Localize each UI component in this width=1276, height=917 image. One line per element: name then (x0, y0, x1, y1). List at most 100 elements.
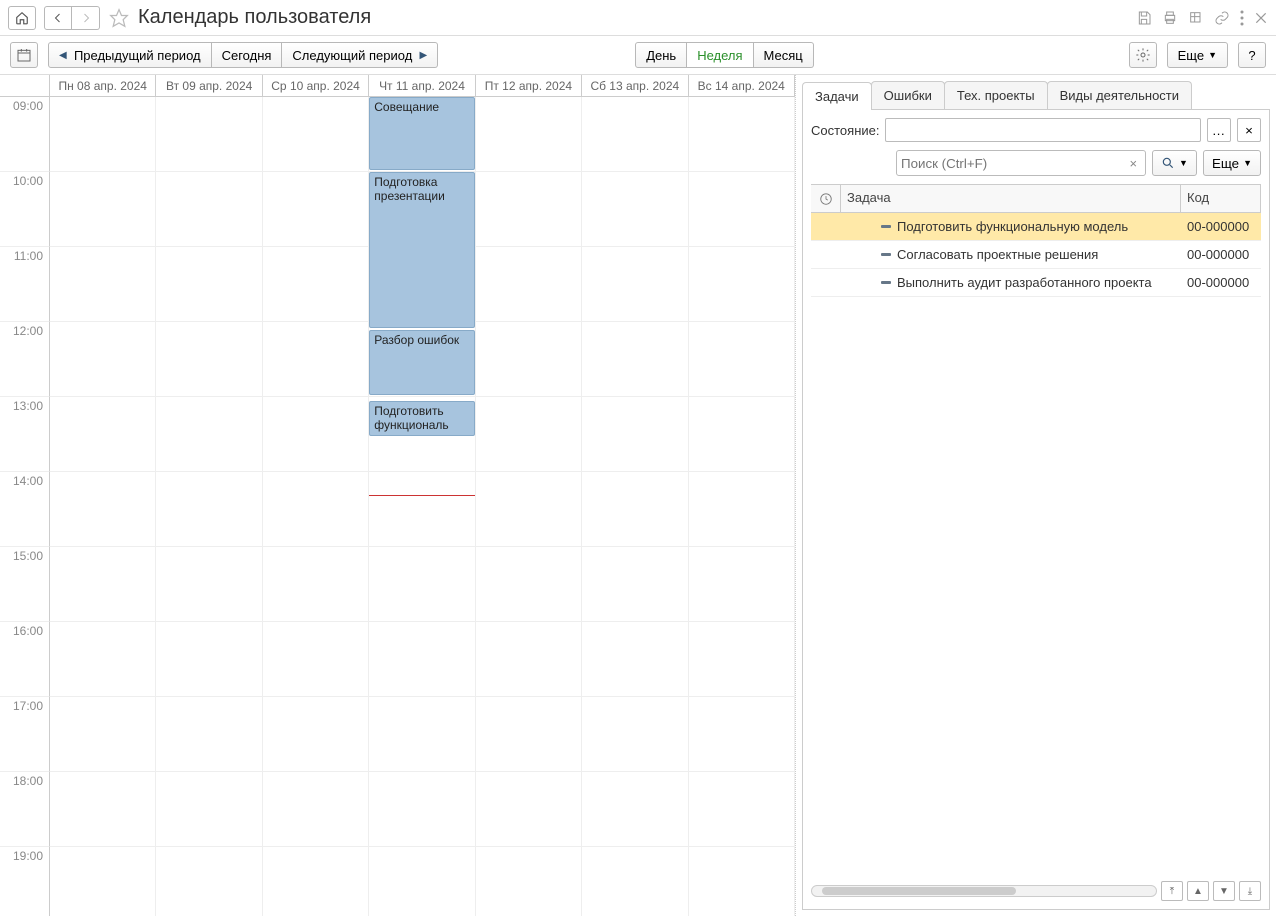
arrow-right-icon (80, 12, 92, 24)
day-column[interactable] (582, 97, 688, 916)
state-filter-row: Состояние: … × (803, 110, 1269, 150)
list-bottom-button[interactable]: ⤓ (1239, 881, 1261, 901)
hour-label: 10:00 (0, 172, 50, 247)
day-column[interactable] (689, 97, 795, 916)
hour-label: 15:00 (0, 547, 50, 622)
main-split: Пн 08 апр. 2024Вт 09 апр. 2024Ср 10 апр.… (0, 75, 1276, 916)
now-line (369, 495, 474, 496)
toolbar: ◀ Предыдущий период Сегодня Следующий пе… (0, 36, 1276, 75)
day-column[interactable] (476, 97, 582, 916)
hour-label: 16:00 (0, 622, 50, 697)
day-header[interactable]: Вс 14 апр. 2024 (689, 75, 795, 96)
home-button[interactable] (8, 6, 36, 30)
day-header[interactable]: Ср 10 апр. 2024 (263, 75, 369, 96)
state-clear-button[interactable]: × (1237, 118, 1261, 142)
view-day-label: День (646, 48, 676, 63)
task-title: Выполнить аудит разработанного проекта (897, 275, 1152, 290)
state-input[interactable] (885, 118, 1201, 142)
task-code: 00-000000 (1181, 247, 1261, 262)
today-label: Сегодня (222, 48, 272, 63)
nav-back-button[interactable] (44, 6, 72, 30)
column-header-code[interactable]: Код (1181, 185, 1261, 212)
hour-label: 11:00 (0, 247, 50, 322)
link-icon[interactable] (1214, 10, 1230, 26)
day-header[interactable]: Чт 11 апр. 2024 (369, 75, 475, 96)
search-box[interactable]: × (896, 150, 1146, 176)
day-header[interactable]: Сб 13 апр. 2024 (582, 75, 688, 96)
calendar-event[interactable]: Разбор ошибок (369, 330, 474, 396)
nav-forward-button[interactable] (72, 6, 100, 30)
day-header[interactable]: Пн 08 апр. 2024 (50, 75, 156, 96)
task-table-body: Подготовить функциональную модель 00-0000… (811, 213, 1261, 877)
calendar-event[interactable]: Совещание (369, 97, 474, 170)
side-more-label: Еще (1212, 156, 1239, 171)
day-column[interactable] (50, 97, 156, 916)
list-down-button[interactable]: ▼ (1213, 881, 1235, 901)
settings-button[interactable] (1129, 42, 1157, 68)
side-footer: ⤒ ▲ ▼ ⤓ (803, 877, 1269, 909)
day-column[interactable] (263, 97, 369, 916)
pick-date-button[interactable] (10, 42, 38, 68)
search-clear-icon[interactable]: × (1125, 156, 1141, 171)
day-header[interactable]: Вт 09 апр. 2024 (156, 75, 262, 96)
prev-period-label: Предыдущий период (74, 48, 201, 63)
favorite-star-button[interactable] (108, 7, 130, 29)
side-more-button[interactable]: Еще ▼ (1203, 150, 1261, 176)
calendar-day-header: Пн 08 апр. 2024Вт 09 апр. 2024Ср 10 апр.… (0, 75, 795, 97)
today-button[interactable]: Сегодня (212, 42, 283, 68)
next-period-button[interactable]: Следующий период ▶ (282, 42, 438, 68)
task-row[interactable]: Подготовить функциональную модель00-0000… (811, 213, 1261, 241)
task-table: Задача Код Подготовить функциональную мо… (811, 184, 1261, 877)
hour-label: 13:00 (0, 397, 50, 472)
help-button[interactable]: ? (1238, 42, 1266, 68)
side-tab[interactable]: Ошибки (871, 81, 945, 109)
search-row: × ▼ Еще ▼ (803, 150, 1269, 184)
calendar-event[interactable]: Подготовить функциональ (369, 401, 474, 437)
caret-down-icon: ▼ (1179, 158, 1188, 168)
view-week-button[interactable]: Неделя (687, 42, 753, 68)
view-month-button[interactable]: Месяц (754, 42, 814, 68)
calendar-event[interactable]: Подготовка презентации (369, 172, 474, 328)
list-up-button[interactable]: ▲ (1187, 881, 1209, 901)
search-button[interactable]: ▼ (1152, 150, 1197, 176)
day-header[interactable]: Пт 12 апр. 2024 (476, 75, 582, 96)
more-menu-icon[interactable] (1240, 10, 1244, 26)
day-column[interactable] (156, 97, 262, 916)
view-mode-group: День Неделя Месяц (635, 42, 814, 68)
side-tab[interactable]: Задачи (802, 82, 872, 110)
side-tab[interactable]: Тех. проекты (944, 81, 1048, 109)
ellipsis-icon: … (1212, 123, 1226, 138)
caret-down-icon: ▼ (1243, 158, 1252, 168)
task-code: 00-000000 (1181, 275, 1261, 290)
print-icon[interactable] (1162, 10, 1178, 26)
close-icon[interactable] (1254, 11, 1268, 25)
open-window-icon[interactable] (1188, 10, 1204, 26)
hour-label: 09:00 (0, 97, 50, 172)
page-title: Календарь пользователя (138, 6, 371, 29)
view-day-button[interactable]: День (635, 42, 687, 68)
clock-icon (819, 192, 833, 206)
state-select-button[interactable]: … (1207, 118, 1231, 142)
search-input[interactable] (901, 156, 1125, 171)
column-header-task[interactable]: Задача (841, 185, 1181, 212)
day-column[interactable]: СовещаниеПодготовка презентацииРазбор ош… (369, 97, 475, 916)
task-row[interactable]: Согласовать проектные решения00-000000 (811, 241, 1261, 269)
hour-label: 12:00 (0, 322, 50, 397)
star-icon (109, 8, 129, 28)
prev-period-button[interactable]: ◀ Предыдущий период (48, 42, 212, 68)
task-title: Подготовить функциональную модель (897, 219, 1128, 234)
h-scrollbar[interactable] (811, 885, 1157, 897)
task-row[interactable]: Выполнить аудит разработанного проекта 00… (811, 269, 1261, 297)
save-icon[interactable] (1136, 10, 1152, 26)
x-icon: × (1245, 123, 1253, 138)
hour-label: 18:00 (0, 772, 50, 847)
period-nav-group: ◀ Предыдущий период Сегодня Следующий пе… (48, 42, 438, 68)
more-button[interactable]: Еще▼ (1167, 42, 1228, 68)
column-header-status[interactable] (811, 185, 841, 212)
list-top-button[interactable]: ⤒ (1161, 881, 1183, 901)
calendar-icon (16, 47, 32, 63)
task-status-icon (881, 281, 891, 284)
side-tab[interactable]: Виды деятельности (1047, 81, 1192, 109)
calendar-body[interactable]: 09:0010:0011:0012:0013:0014:0015:0016:00… (0, 97, 795, 916)
triangle-left-icon: ◀ (59, 50, 67, 61)
